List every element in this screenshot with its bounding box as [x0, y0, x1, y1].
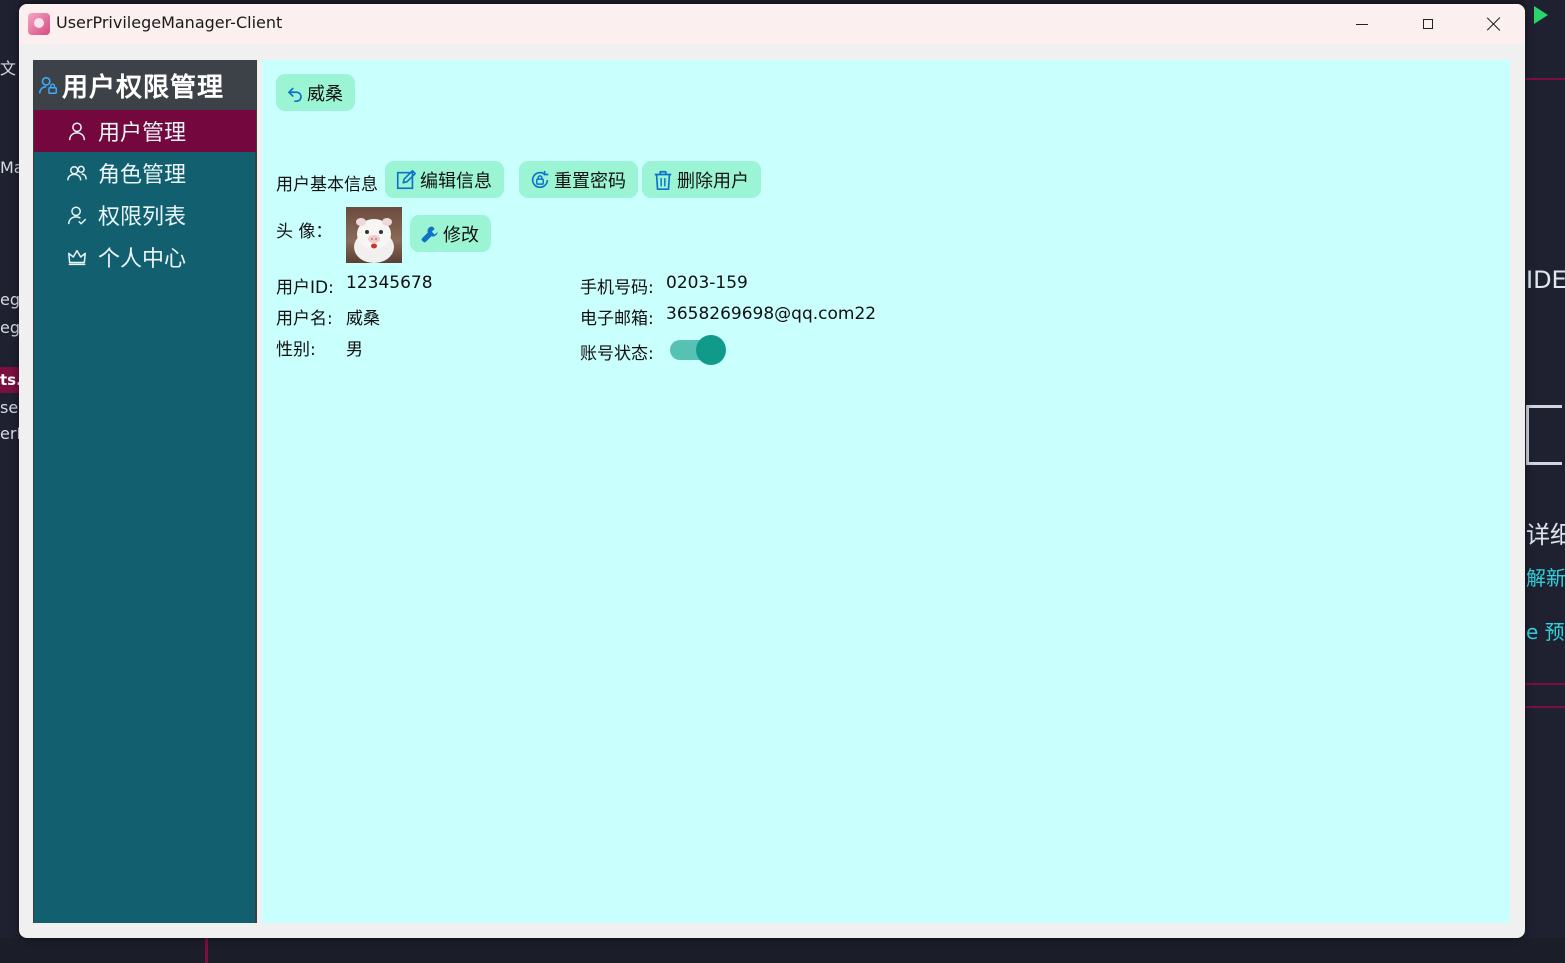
- toggle-knob: [696, 335, 726, 365]
- reset-password-label: 重置密码: [554, 170, 626, 192]
- sidebar-item-role-management[interactable]: 角色管理: [34, 152, 256, 194]
- delete-user-button[interactable]: 删除用户: [642, 161, 761, 198]
- sidebar: 用户权限管理 用户管理 角色管理 权限列表 个人中心: [33, 60, 257, 923]
- phone-label: 手机号码:: [580, 278, 654, 298]
- background-bottom-fragment: [0, 938, 1565, 963]
- reset-password-button[interactable]: 重置密码: [519, 161, 638, 198]
- bg-text: Ma: [0, 158, 19, 177]
- sidebar-item-user-management[interactable]: 用户管理: [34, 110, 256, 152]
- avatar: [346, 207, 402, 263]
- sidebar-item-personal-center[interactable]: 个人中心: [34, 236, 256, 278]
- sidebar-item-label: 权限列表: [98, 205, 187, 230]
- book-icon: [1526, 405, 1562, 465]
- gender-value: 男: [346, 340, 363, 360]
- minimize-icon: [1356, 23, 1368, 25]
- back-button[interactable]: 威桑: [276, 74, 355, 111]
- edit-info-button[interactable]: 编辑信息: [385, 161, 504, 198]
- users-icon: [67, 165, 87, 181]
- user-icon: [68, 122, 86, 141]
- delete-user-label: 删除用户: [677, 170, 749, 192]
- bg-text: ege: [0, 318, 19, 337]
- maximize-icon: [1423, 19, 1433, 29]
- trash-icon: [654, 170, 672, 190]
- lock-reset-icon: [531, 170, 549, 188]
- undo-icon: [288, 87, 302, 102]
- user-check-icon: [68, 206, 87, 225]
- phone-value: 0203-159: [666, 273, 748, 293]
- main-content: 威桑 用户基本信息 编辑信息 重置密码 删除用户 头 像： 修改 用户ID: 1…: [262, 60, 1510, 923]
- bg-text: e 预: [1526, 620, 1565, 644]
- bg-divider: [1524, 78, 1565, 80]
- sidebar-item-permission-list[interactable]: 权限列表: [34, 194, 256, 236]
- edit-icon: [396, 169, 416, 189]
- email-label: 电子邮箱:: [580, 309, 654, 329]
- bg-text: 解新: [1526, 566, 1565, 590]
- sidebar-item-label: 角色管理: [98, 163, 187, 188]
- bg-text: 文: [0, 59, 17, 78]
- minimize-button[interactable]: [1329, 4, 1395, 44]
- app-icon: [28, 13, 50, 35]
- wrench-icon: [421, 226, 438, 242]
- background-left-fragment: 文 Ma ege ege ts. se erP: [0, 0, 19, 963]
- modify-avatar-button[interactable]: 修改: [410, 215, 491, 252]
- bg-divider: [1524, 683, 1565, 685]
- avatar-label: 头 像：: [276, 222, 333, 242]
- edit-info-label: 编辑信息: [420, 170, 492, 192]
- gender-label: 性别:: [276, 340, 316, 360]
- bg-text: 详细: [1526, 521, 1565, 549]
- user-lock-icon: [38, 76, 57, 94]
- bg-divider: [205, 938, 208, 963]
- username-label: 用户名:: [276, 309, 333, 329]
- sidebar-item-label: 用户管理: [98, 121, 187, 146]
- close-icon: [1487, 17, 1501, 31]
- bg-text: erP: [0, 424, 19, 443]
- maximize-button[interactable]: [1395, 4, 1461, 44]
- run-icon: [1534, 6, 1548, 24]
- title-bar[interactable]: UserPrivilegeManager-Client: [19, 4, 1525, 44]
- bg-text: IDE: [1526, 266, 1565, 294]
- app-window: UserPrivilegeManager-Client 用户权限管理 用户管理 …: [19, 4, 1525, 938]
- sidebar-header: 用户权限管理: [34, 60, 256, 110]
- sidebar-title: 用户权限管理: [62, 72, 225, 103]
- bg-text: ege: [0, 290, 19, 309]
- sidebar-item-label: 个人中心: [98, 247, 187, 272]
- bg-text: ts.: [0, 367, 19, 393]
- bg-divider: [1524, 706, 1565, 708]
- email-value: 3658269698@qq.com22: [666, 304, 877, 324]
- bg-text: se: [0, 398, 19, 417]
- back-button-label: 威桑: [307, 83, 343, 105]
- close-button[interactable]: [1461, 4, 1525, 44]
- user-id-label: 用户ID:: [276, 278, 334, 298]
- crown-icon: [68, 249, 86, 266]
- avatar-image: [354, 218, 394, 263]
- modify-avatar-label: 修改: [443, 224, 479, 246]
- window-title: UserPrivilegeManager-Client: [56, 13, 283, 32]
- section-title: 用户基本信息: [276, 175, 378, 195]
- user-id-value: 12345678: [346, 273, 433, 293]
- username-value: 威桑: [346, 309, 380, 329]
- background-right-fragment: IDE 详细 解新 e 预: [1524, 0, 1565, 963]
- account-status-label: 账号状态:: [580, 344, 654, 364]
- account-status-toggle[interactable]: [670, 335, 726, 365]
